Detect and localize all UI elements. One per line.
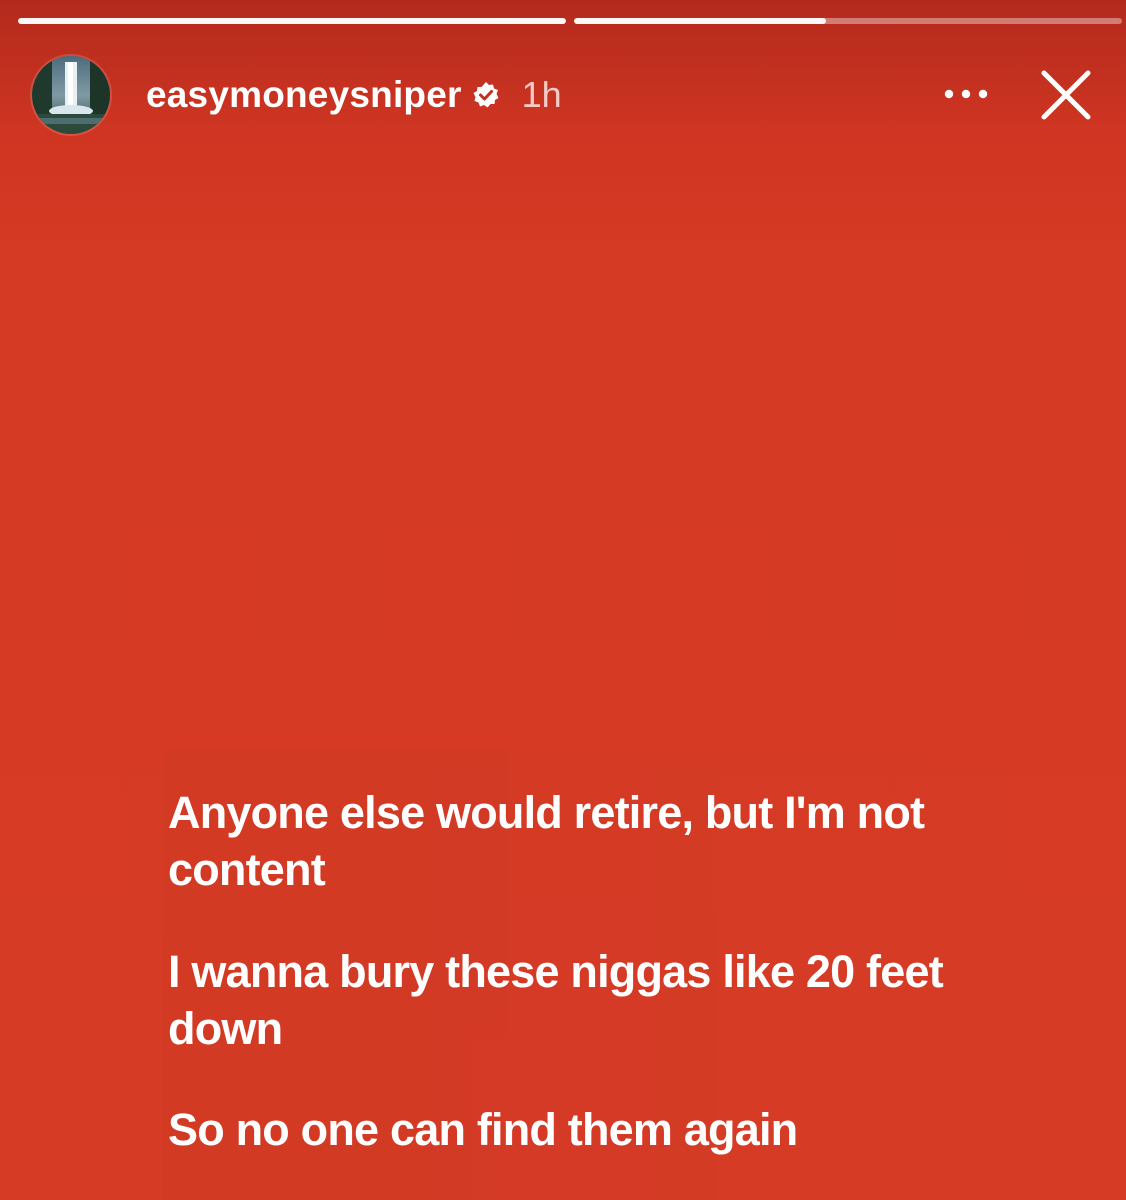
profile-avatar[interactable] bbox=[30, 54, 112, 136]
lyrics-card[interactable]: Anyone else would retire, but I'm not co… bbox=[163, 748, 1023, 1200]
lyric-line-2: I wanna bury these niggas like 20 feet d… bbox=[168, 946, 944, 1054]
waterfall-avatar-icon bbox=[32, 56, 110, 134]
progress-segment-1 bbox=[18, 18, 566, 24]
lyric-line-3: So no one can find them again bbox=[168, 1104, 798, 1155]
story-header: easymoneysniper 1h bbox=[30, 54, 1106, 136]
more-options-button[interactable] bbox=[936, 69, 996, 119]
post-time: 1h bbox=[521, 74, 562, 115]
lyric-line-1: Anyone else would retire, but I'm not co… bbox=[168, 787, 925, 895]
close-button[interactable] bbox=[1030, 59, 1102, 131]
progress-segment-2 bbox=[574, 18, 1122, 24]
story-viewer[interactable]: easymoneysniper 1h Anyone else would ret… bbox=[0, 0, 1126, 1200]
verified-badge-icon bbox=[472, 81, 500, 109]
close-icon bbox=[1041, 70, 1091, 120]
story-progress-bar bbox=[18, 18, 1122, 24]
username[interactable]: easymoneysniper bbox=[146, 74, 462, 116]
more-horizontal-icon bbox=[944, 89, 988, 99]
